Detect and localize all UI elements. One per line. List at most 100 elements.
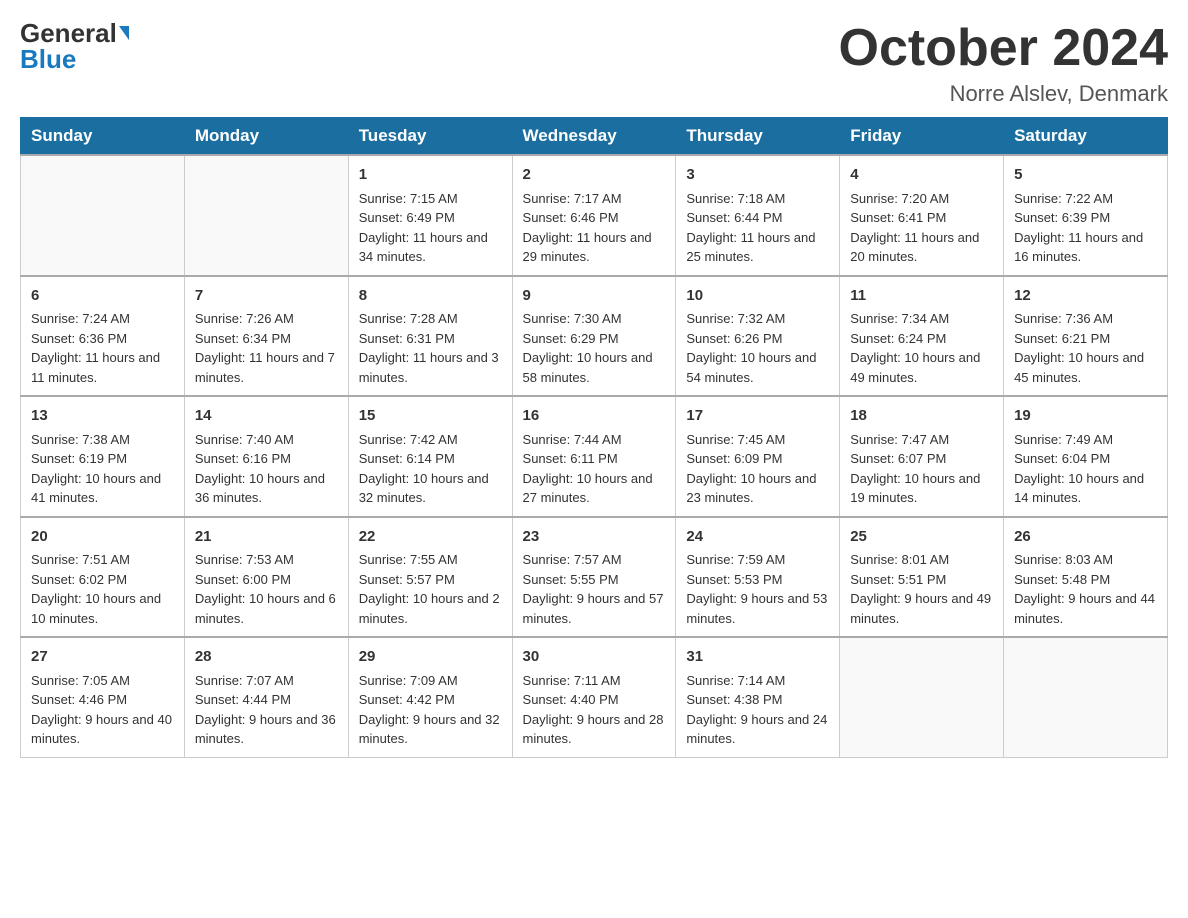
day-number: 6 (31, 285, 174, 308)
sunset-text: Sunset: 6:07 PM (850, 449, 993, 469)
day-cell: 15Sunrise: 7:42 AMSunset: 6:14 PMDayligh… (348, 396, 512, 517)
daylight-text: Daylight: 9 hours and 36 minutes. (195, 710, 338, 749)
day-number: 16 (523, 405, 666, 428)
daylight-text: Daylight: 11 hours and 34 minutes. (359, 228, 502, 267)
day-cell: 16Sunrise: 7:44 AMSunset: 6:11 PMDayligh… (512, 396, 676, 517)
header-cell-tuesday: Tuesday (348, 118, 512, 156)
day-cell: 3Sunrise: 7:18 AMSunset: 6:44 PMDaylight… (676, 155, 840, 276)
sunrise-text: Sunrise: 8:01 AM (850, 550, 993, 570)
logo-general-text: General (20, 20, 117, 46)
week-row-1: 1Sunrise: 7:15 AMSunset: 6:49 PMDaylight… (21, 155, 1168, 276)
daylight-text: Daylight: 10 hours and 10 minutes. (31, 589, 174, 628)
sunrise-text: Sunrise: 7:42 AM (359, 430, 502, 450)
sunset-text: Sunset: 4:42 PM (359, 690, 502, 710)
sunrise-text: Sunrise: 7:07 AM (195, 671, 338, 691)
title-area: October 2024 Norre Alslev, Denmark (839, 20, 1169, 107)
daylight-text: Daylight: 9 hours and 32 minutes. (359, 710, 502, 749)
sunrise-text: Sunrise: 7:34 AM (850, 309, 993, 329)
header-cell-thursday: Thursday (676, 118, 840, 156)
daylight-text: Daylight: 10 hours and 14 minutes. (1014, 469, 1157, 508)
week-row-5: 27Sunrise: 7:05 AMSunset: 4:46 PMDayligh… (21, 637, 1168, 757)
sunrise-text: Sunrise: 7:47 AM (850, 430, 993, 450)
day-cell: 22Sunrise: 7:55 AMSunset: 5:57 PMDayligh… (348, 517, 512, 638)
day-number: 7 (195, 285, 338, 308)
daylight-text: Daylight: 11 hours and 3 minutes. (359, 348, 502, 387)
day-cell: 14Sunrise: 7:40 AMSunset: 6:16 PMDayligh… (184, 396, 348, 517)
month-title: October 2024 (839, 20, 1169, 77)
day-number: 17 (686, 405, 829, 428)
sunset-text: Sunset: 6:46 PM (523, 208, 666, 228)
sunrise-text: Sunrise: 7:49 AM (1014, 430, 1157, 450)
daylight-text: Daylight: 10 hours and 19 minutes. (850, 469, 993, 508)
sunrise-text: Sunrise: 7:09 AM (359, 671, 502, 691)
day-cell: 31Sunrise: 7:14 AMSunset: 4:38 PMDayligh… (676, 637, 840, 757)
logo-triangle-icon (119, 26, 129, 40)
sunset-text: Sunset: 6:39 PM (1014, 208, 1157, 228)
sunset-text: Sunset: 6:00 PM (195, 570, 338, 590)
day-cell (21, 155, 185, 276)
daylight-text: Daylight: 9 hours and 44 minutes. (1014, 589, 1157, 628)
day-number: 4 (850, 164, 993, 187)
sunrise-text: Sunrise: 7:05 AM (31, 671, 174, 691)
day-cell: 25Sunrise: 8:01 AMSunset: 5:51 PMDayligh… (840, 517, 1004, 638)
day-cell: 8Sunrise: 7:28 AMSunset: 6:31 PMDaylight… (348, 276, 512, 397)
week-row-2: 6Sunrise: 7:24 AMSunset: 6:36 PMDaylight… (21, 276, 1168, 397)
day-number: 10 (686, 285, 829, 308)
daylight-text: Daylight: 9 hours and 53 minutes. (686, 589, 829, 628)
sunset-text: Sunset: 6:26 PM (686, 329, 829, 349)
sunrise-text: Sunrise: 7:59 AM (686, 550, 829, 570)
sunrise-text: Sunrise: 7:22 AM (1014, 189, 1157, 209)
daylight-text: Daylight: 10 hours and 6 minutes. (195, 589, 338, 628)
daylight-text: Daylight: 10 hours and 58 minutes. (523, 348, 666, 387)
daylight-text: Daylight: 10 hours and 32 minutes. (359, 469, 502, 508)
sunrise-text: Sunrise: 7:38 AM (31, 430, 174, 450)
day-cell: 1Sunrise: 7:15 AMSunset: 6:49 PMDaylight… (348, 155, 512, 276)
day-cell: 11Sunrise: 7:34 AMSunset: 6:24 PMDayligh… (840, 276, 1004, 397)
daylight-text: Daylight: 11 hours and 7 minutes. (195, 348, 338, 387)
day-cell (184, 155, 348, 276)
header-cell-friday: Friday (840, 118, 1004, 156)
sunrise-text: Sunrise: 7:17 AM (523, 189, 666, 209)
sunset-text: Sunset: 4:46 PM (31, 690, 174, 710)
day-cell: 6Sunrise: 7:24 AMSunset: 6:36 PMDaylight… (21, 276, 185, 397)
sunset-text: Sunset: 6:34 PM (195, 329, 338, 349)
sunset-text: Sunset: 6:29 PM (523, 329, 666, 349)
day-cell: 23Sunrise: 7:57 AMSunset: 5:55 PMDayligh… (512, 517, 676, 638)
daylight-text: Daylight: 9 hours and 40 minutes. (31, 710, 174, 749)
sunset-text: Sunset: 6:04 PM (1014, 449, 1157, 469)
sunset-text: Sunset: 5:55 PM (523, 570, 666, 590)
day-number: 27 (31, 646, 174, 669)
day-number: 18 (850, 405, 993, 428)
day-number: 14 (195, 405, 338, 428)
sunset-text: Sunset: 6:41 PM (850, 208, 993, 228)
day-cell: 5Sunrise: 7:22 AMSunset: 6:39 PMDaylight… (1004, 155, 1168, 276)
daylight-text: Daylight: 10 hours and 45 minutes. (1014, 348, 1157, 387)
day-cell (1004, 637, 1168, 757)
day-cell: 19Sunrise: 7:49 AMSunset: 6:04 PMDayligh… (1004, 396, 1168, 517)
day-number: 13 (31, 405, 174, 428)
day-number: 12 (1014, 285, 1157, 308)
day-number: 30 (523, 646, 666, 669)
sunrise-text: Sunrise: 7:45 AM (686, 430, 829, 450)
day-cell: 24Sunrise: 7:59 AMSunset: 5:53 PMDayligh… (676, 517, 840, 638)
day-number: 1 (359, 164, 502, 187)
daylight-text: Daylight: 10 hours and 23 minutes. (686, 469, 829, 508)
daylight-text: Daylight: 9 hours and 24 minutes. (686, 710, 829, 749)
day-number: 23 (523, 526, 666, 549)
daylight-text: Daylight: 11 hours and 29 minutes. (523, 228, 666, 267)
header-cell-sunday: Sunday (21, 118, 185, 156)
sunset-text: Sunset: 6:21 PM (1014, 329, 1157, 349)
daylight-text: Daylight: 10 hours and 41 minutes. (31, 469, 174, 508)
daylight-text: Daylight: 11 hours and 16 minutes. (1014, 228, 1157, 267)
day-number: 5 (1014, 164, 1157, 187)
sunset-text: Sunset: 4:38 PM (686, 690, 829, 710)
sunset-text: Sunset: 6:14 PM (359, 449, 502, 469)
daylight-text: Daylight: 9 hours and 49 minutes. (850, 589, 993, 628)
day-cell: 2Sunrise: 7:17 AMSunset: 6:46 PMDaylight… (512, 155, 676, 276)
sunset-text: Sunset: 6:24 PM (850, 329, 993, 349)
day-number: 22 (359, 526, 502, 549)
sunset-text: Sunset: 5:48 PM (1014, 570, 1157, 590)
sunset-text: Sunset: 6:16 PM (195, 449, 338, 469)
sunrise-text: Sunrise: 7:36 AM (1014, 309, 1157, 329)
daylight-text: Daylight: 10 hours and 49 minutes. (850, 348, 993, 387)
